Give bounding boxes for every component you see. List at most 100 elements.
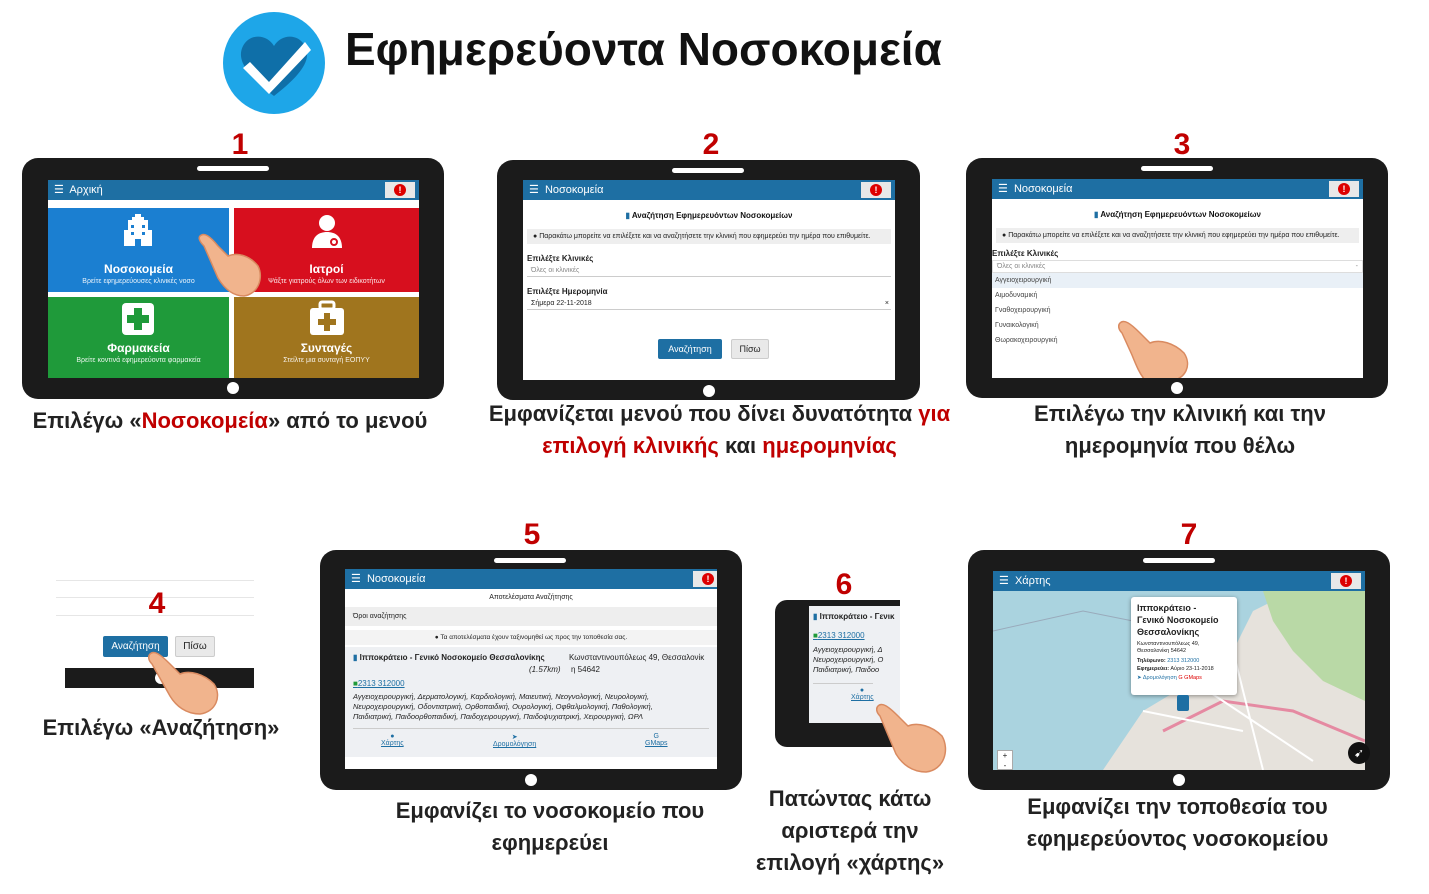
- tablet-screen: ☰ Νοσοκομεία ! ▮ Αναζήτηση Εφημερευόντων…: [992, 179, 1363, 378]
- step-number-2: 2: [702, 128, 720, 161]
- hospital-postcode: η 54642: [571, 665, 600, 674]
- date-input[interactable]: Σήμερα 22-11-2018 ×: [527, 298, 891, 310]
- menu-icon[interactable]: ☰: [54, 184, 64, 196]
- header-title: Νοσοκομεία: [366, 573, 426, 585]
- tablet-home-button[interactable]: [1173, 774, 1185, 786]
- tablet-home-button[interactable]: [227, 382, 239, 394]
- map-pin-icon: ●: [859, 687, 865, 694]
- alert-button[interactable]: !: [1331, 573, 1361, 589]
- pointing-hand-icon: [1118, 320, 1189, 378]
- tablet-screen: ☰ Νοσοκομεία ! ▮ Αναζήτηση Εφημερευόντων…: [523, 180, 895, 380]
- zoom-in-button[interactable]: +: [998, 751, 1012, 761]
- gmaps-link[interactable]: G GMaps: [1178, 675, 1202, 681]
- app-header: ☰ Νοσοκομεία !: [345, 569, 717, 589]
- page-title: Εφημερεύοντα Νοσοκομεία: [345, 23, 942, 75]
- menu-icon[interactable]: ☰: [529, 184, 539, 196]
- clinic-select[interactable]: Όλες οι κλινικές -: [992, 260, 1363, 273]
- menu-icon[interactable]: ☰: [351, 573, 361, 585]
- tablet-step-1: ☰ Αρχική ! Νοσοκομεία Βρείτε εφημερεύουσ…: [22, 158, 444, 399]
- tablet-step-2: ☰ Νοσοκομεία ! ▮ Αναζήτηση Εφημερευόντων…: [497, 160, 920, 400]
- doctor-icon: [312, 215, 342, 248]
- clinic-label: Επιλέξτε Κλινικές: [527, 254, 594, 263]
- tablet-speaker: [1143, 558, 1215, 563]
- caption-step-3: Επιλέγω την κλινική και την ημερομηνία πο…: [1034, 401, 1326, 458]
- app-logo: [223, 12, 325, 114]
- popup-duty: Εφημερεύει: Αύριο 23-11-2018: [1137, 666, 1214, 672]
- caption-step-2: Εμφανίζεται μενού που δίνει δυνατότητα γ…: [488, 401, 951, 458]
- alert-button[interactable]: !: [693, 571, 717, 587]
- tablet-screen: ☰ Αρχική ! Νοσοκομεία Βρείτε εφημερεύουσ…: [48, 180, 419, 378]
- route-link[interactable]: ➤ Δρομολόγηση: [493, 733, 536, 748]
- step-number-5: 5: [523, 518, 541, 551]
- tile-pharmacies-label: Φαρμακεία: [107, 341, 170, 355]
- header-title: Νοσοκομεία: [1013, 183, 1073, 195]
- map-link[interactable]: ● Χάρτης: [813, 683, 874, 701]
- menu-icon[interactable]: ☰: [998, 183, 1008, 195]
- hospital-icon: ▮: [813, 612, 820, 621]
- hospital-marker-icon[interactable]: [1177, 695, 1189, 711]
- tablet-speaker: [1141, 166, 1213, 171]
- hospital-name[interactable]: ▮ Ιπποκράτειο - Γενικ: [813, 612, 896, 621]
- clear-icon[interactable]: ×: [885, 300, 889, 307]
- clinics-list: Αγγειοχειρουργική, Δερματολογική, Καρδιο…: [353, 692, 653, 721]
- clinic-option[interactable]: Γναθοχειρουργική: [992, 303, 1363, 318]
- info-icon: ●: [533, 233, 538, 240]
- map-pin-icon: ●: [390, 733, 395, 740]
- zoom-control: + -: [997, 750, 1013, 770]
- tablet-home-button[interactable]: [525, 774, 537, 786]
- alert-icon: !: [1338, 183, 1350, 195]
- menu-icon[interactable]: ☰: [999, 575, 1009, 587]
- caption-step-7: Εμφανίζει την τοποθεσία του εφημερεύοντος…: [1026, 794, 1329, 851]
- tablet-screen: ☰ Χάρτης ! Ιπποκράτειο - Γενικό Νοσοκομεί…: [993, 571, 1365, 770]
- hospital-name[interactable]: ▮ Ιπποκράτειο - Γενικό Νοσοκομείο Θεσσαλ…: [353, 653, 545, 662]
- zoom-out-button[interactable]: -: [998, 761, 1012, 770]
- step-number-1: 1: [231, 128, 249, 161]
- hospital-address: Κωνσταντινουπόλεως 49, Θεσσαλονίκ: [569, 653, 705, 662]
- clinic-select[interactable]: Όλες οι κλινικές: [527, 265, 891, 277]
- phone-link[interactable]: ■2313 312000: [813, 631, 896, 640]
- caret-icon: -: [1355, 263, 1358, 270]
- result-card: ▮ Ιπποκράτειο - Γενικό Νοσοκομείο Θεσσαλ…: [345, 647, 717, 757]
- tablet-speaker: [494, 558, 566, 563]
- tablet-screen: ☰ Νοσοκομεία ! Αποτελέσματα Αναζήτησης Ό…: [345, 569, 717, 769]
- route-link[interactable]: ➤ Δρομολόγηση: [1137, 675, 1177, 681]
- alert-button[interactable]: !: [385, 182, 415, 198]
- hospital-icon: ▮: [353, 653, 360, 662]
- app-header: ☰ Νοσοκομεία !: [523, 180, 895, 200]
- map-link[interactable]: ● Χάρτης: [381, 733, 404, 747]
- alert-icon: !: [870, 184, 882, 196]
- pointing-hand-icon: [876, 703, 947, 773]
- step-number-3: 3: [1173, 128, 1191, 161]
- info-box: ● Παρακάτω μπορείτε να επιλέξετε και να …: [996, 228, 1359, 243]
- compass-icon[interactable]: ➹: [1348, 742, 1370, 764]
- info-icon: ●: [434, 634, 439, 641]
- tile-pharmacies[interactable]: Φαρμακεία Βρείτε κοντινά εφημερεύοντα φα…: [48, 297, 229, 378]
- pointing-hand-icon: [148, 651, 219, 715]
- tablet-step-3: ☰ Νοσοκομεία ! ▮ Αναζήτηση Εφημερευόντων…: [966, 158, 1388, 398]
- tablet-step-5: ☰ Νοσοκομεία ! Αποτελέσματα Αναζήτησης Ό…: [320, 550, 742, 790]
- results-title: Αποτελέσματα Αναζήτησης: [489, 594, 573, 601]
- back-button[interactable]: Πίσω: [731, 339, 769, 359]
- alert-button[interactable]: !: [1329, 181, 1359, 197]
- header-title: Νοσοκομεία: [544, 184, 604, 196]
- tablet-home-button[interactable]: [703, 385, 715, 397]
- clinic-option[interactable]: Αγγειοχειρουργική: [992, 273, 1363, 288]
- search-subtitle: ▮ Αναζήτηση Εφημερευόντων Νοσοκομείων: [1094, 210, 1261, 219]
- app-header: ☰ Αρχική !: [48, 180, 419, 200]
- alert-button[interactable]: !: [861, 182, 891, 198]
- search-button[interactable]: Αναζήτηση: [658, 339, 722, 359]
- tile-prescriptions[interactable]: Συνταγές Στείλτε μια συνταγή ΕΟΠΥΥ: [234, 297, 419, 378]
- sort-note: ● Τα αποτελέσματα έχουν ταξινομηθεί ως π…: [345, 630, 717, 645]
- tablet-home-button[interactable]: [1171, 382, 1183, 394]
- phone-link[interactable]: ■2313 312000: [353, 679, 709, 688]
- gmaps-link[interactable]: G GMaps: [645, 733, 668, 747]
- alert-icon: !: [702, 573, 714, 585]
- tile-prescriptions-label: Συνταγές: [300, 341, 353, 355]
- caption-step-1: Επιλέγω «Νοσοκομεία» από το μενού: [32, 408, 428, 433]
- popup-phone: Τηλέφωνο: 2313 312000: [1137, 658, 1200, 664]
- alert-icon: !: [1340, 575, 1352, 587]
- clinics-list: Αγγειοχειρουργική, Δ Νευροχειρουργική, ΟΠ…: [813, 645, 884, 674]
- clinic-option[interactable]: Αιμοδυναμική: [992, 288, 1363, 303]
- caption-step-5: Εμφανίζει το νοσοκομείο που εφημερεύει: [395, 798, 705, 855]
- search-terms: Όροι αναζήτησης: [345, 607, 717, 626]
